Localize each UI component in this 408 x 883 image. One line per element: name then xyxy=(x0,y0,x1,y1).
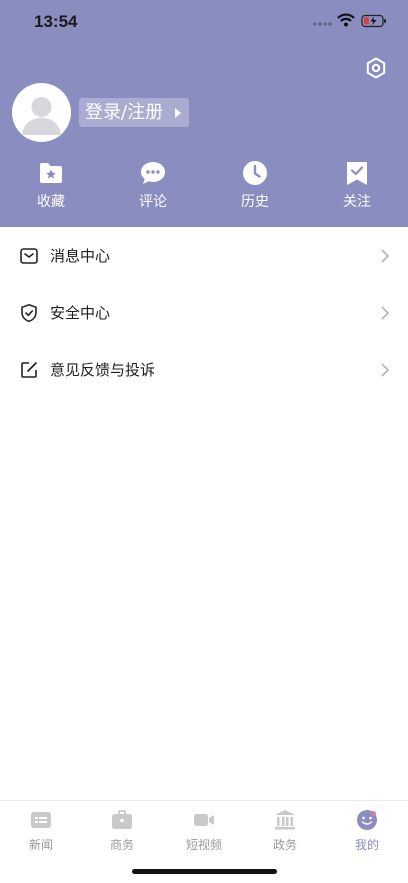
menu-item-label: 安全中心 xyxy=(50,304,111,322)
profile-header: 13:54 登录/注册 收藏 评论 历史 关注 xyxy=(0,0,408,227)
status-bar: 13:54 xyxy=(0,0,408,44)
menu-item-security-center[interactable]: 安全中心 xyxy=(0,284,408,341)
chevron-right-icon xyxy=(381,249,390,263)
tab-short-video[interactable]: 短视频 xyxy=(172,809,236,853)
quick-action-history[interactable]: 历史 xyxy=(220,160,290,210)
tab-mine[interactable]: 我的 xyxy=(335,809,399,853)
quick-action-label: 收藏 xyxy=(37,194,65,210)
settings-hexagon-icon[interactable] xyxy=(364,56,388,80)
avatar[interactable] xyxy=(12,83,71,142)
video-camera-icon xyxy=(194,814,214,826)
bookmark-check-icon xyxy=(347,162,367,185)
quick-action-comments[interactable]: 评论 xyxy=(118,160,188,210)
quick-action-label: 历史 xyxy=(241,194,269,210)
default-avatar-icon xyxy=(22,97,61,135)
chevron-right-icon xyxy=(381,363,390,377)
star-folder-icon xyxy=(40,163,62,183)
quick-action-favorites[interactable]: 收藏 xyxy=(16,160,86,210)
quick-action-label: 关注 xyxy=(343,194,371,210)
menu-item-label: 消息中心 xyxy=(50,247,111,265)
smile-profile-icon xyxy=(357,810,377,830)
tab-label: 商务 xyxy=(109,838,134,852)
shield-check-icon xyxy=(21,303,37,323)
tab-government[interactable]: 政务 xyxy=(253,809,317,853)
tab-label: 新闻 xyxy=(28,838,53,852)
news-icon xyxy=(31,812,51,828)
login-register-button[interactable]: 登录/注册 xyxy=(79,98,190,127)
login-register-label: 登录/注册 xyxy=(85,102,164,123)
cellular-signal-icon xyxy=(313,22,332,26)
caret-right-icon xyxy=(175,108,182,118)
menu-item-feedback[interactable]: 意见反馈与投诉 xyxy=(0,341,408,398)
quick-actions: 收藏 评论 历史 关注 xyxy=(0,160,408,210)
quick-action-label: 评论 xyxy=(139,194,167,210)
tab-business[interactable]: 商务 xyxy=(90,809,154,853)
edit-icon xyxy=(21,362,37,378)
message-icon xyxy=(20,248,38,264)
tab-label: 短视频 xyxy=(185,838,222,852)
comment-bubble-icon xyxy=(141,162,165,184)
chevron-right-icon xyxy=(381,306,390,320)
status-time: 13:54 xyxy=(34,12,78,31)
battery-charging-icon xyxy=(361,14,386,28)
menu-item-message-center[interactable]: 消息中心 xyxy=(0,227,408,284)
briefcase-icon xyxy=(112,810,132,829)
wifi-icon xyxy=(337,13,355,27)
tab-label: 我的 xyxy=(354,838,379,852)
tab-news[interactable]: 新闻 xyxy=(9,809,73,853)
government-building-icon xyxy=(275,810,295,830)
tab-label: 政务 xyxy=(272,838,297,852)
clock-icon xyxy=(243,161,267,185)
home-indicator xyxy=(132,869,277,874)
quick-action-following[interactable]: 关注 xyxy=(322,160,392,210)
menu-item-label: 意见反馈与投诉 xyxy=(50,361,156,379)
